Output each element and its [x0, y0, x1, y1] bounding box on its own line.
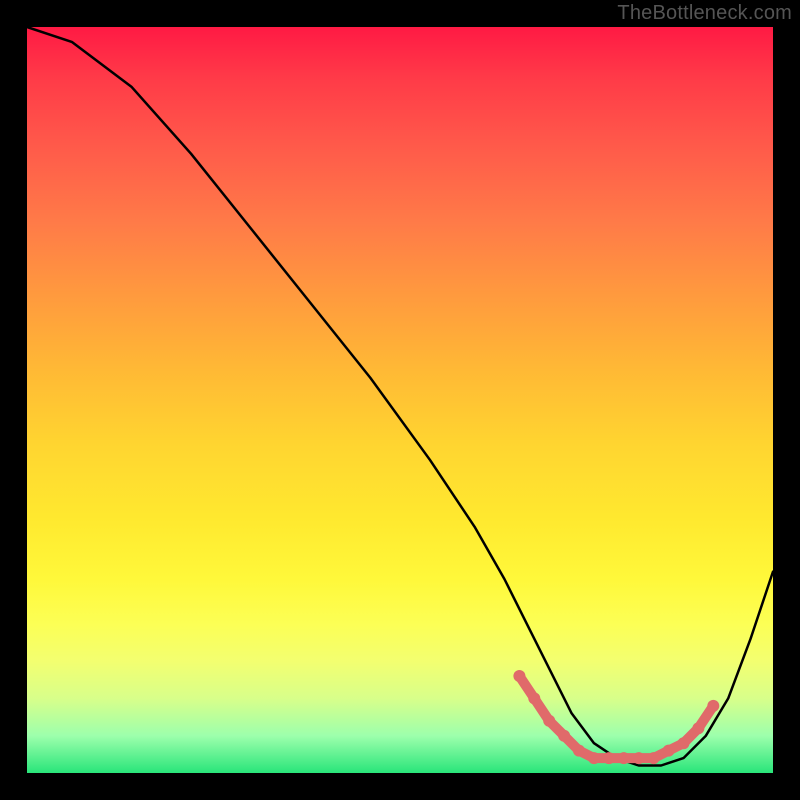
bottleneck-curve: [27, 27, 773, 766]
watermark-text: TheBottleneck.com: [617, 2, 792, 25]
optimal-range-line: [519, 676, 713, 758]
plot-area: [27, 27, 773, 773]
curve-layer: [27, 27, 773, 773]
chart-frame: TheBottleneck.com: [0, 0, 800, 800]
